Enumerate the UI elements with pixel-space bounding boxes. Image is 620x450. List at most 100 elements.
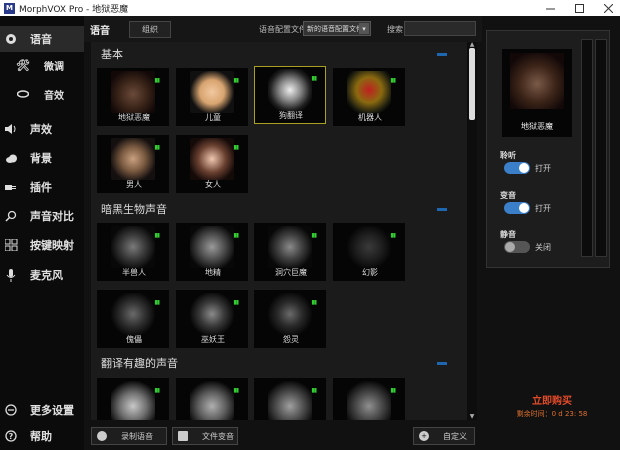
voice-card-woman[interactable]: ▮▮ 女人 [176,135,248,193]
current-voice-panel: 地狱恶魔 聆听 打开 变音 打开 静音 关闭 [486,30,610,268]
voice-label: 机器人 [358,113,382,122]
collapse-bar-icon[interactable] [437,53,447,56]
sidebar-item-more-settings[interactable]: 更多设置 [0,397,84,423]
category-title: 暗黑生物声音 [101,203,167,216]
voice-card-funny-3[interactable]: ▮▮ [254,378,326,420]
sidebar-item-sound-effects[interactable]: 声效 [0,116,84,142]
minimize-button[interactable] [536,0,564,16]
profile-select-value: 新的语音配置文件 [307,24,363,33]
profile-select[interactable]: 新的语音配置文件 ▾ [303,21,371,36]
sidebar-item-label: 声效 [30,123,52,136]
sidebar-item-voice-compare[interactable]: 声音对比 [0,203,84,229]
sidebar-item-label: 麦克风 [30,269,63,282]
voice-card-phantom[interactable]: ▮▮ 幻影 [333,223,405,281]
voice-label: 女人 [205,180,221,189]
organize-button[interactable]: 组织 [129,21,171,38]
sidebar-item-label: 背景 [30,152,52,165]
voice-card-orc[interactable]: ▮▮ 半兽人 [97,223,169,281]
buy-now-link[interactable]: 立即购买 [500,392,604,407]
title-bar: M MorphVOX Pro - 地狱恶魔 [0,0,620,16]
sidebar-item-microphone[interactable]: 麦克风 [0,262,84,288]
signal-icon: ▮▮ [154,77,160,84]
sidebar-item-background[interactable]: 背景 [0,145,84,171]
sidebar-item-help[interactable]: ? 帮助 [0,423,84,449]
sidebar-item-effects[interactable]: 音效 [0,81,84,107]
voice-card-wraith[interactable]: ▮▮ 怨灵 [254,290,326,348]
signal-icon: ▮▮ [390,77,396,84]
voice-card-funny-4[interactable]: ▮▮ [333,378,405,420]
voice-label: 男人 [126,180,142,189]
toggle-knob [519,203,529,213]
voice-card-man[interactable]: ▮▮ 男人 [97,135,169,193]
voice-card-hell-demon[interactable]: ▮▮ 地狱恶魔 [97,68,169,126]
signal-icon: ▮▮ [233,144,239,151]
orc-image [111,226,155,268]
voice-card-lich-king[interactable]: ▮▮ 巫妖王 [176,290,248,348]
hell-demon-image [111,71,155,113]
mute-toggle[interactable] [504,241,530,253]
more-icon [4,403,18,417]
voice-card-cave-troll[interactable]: ▮▮ 洞穴巨魔 [254,223,326,281]
signal-icon: ▮▮ [390,232,396,239]
sidebar-item-label: 音效 [44,90,64,102]
lich-king-image [190,293,234,335]
help-icon: ? [4,429,18,443]
current-voice-label: 地狱恶魔 [521,122,553,131]
signal-icon: ▮▮ [390,387,396,394]
record-icon [97,431,107,441]
wraith-image [268,293,312,335]
signal-icon: ▮▮ [311,299,317,306]
plus-icon: + [419,431,429,441]
sidebar-item-plugins[interactable]: 插件 [0,174,84,200]
collapse-bar-icon[interactable] [437,362,447,365]
voice-label: 洞穴巨魔 [275,268,307,277]
voice-card-child[interactable]: ▮▮ 儿童 [176,68,248,126]
tools-icon: 🛠 [16,58,30,72]
goblin-image [190,226,234,268]
input-level-meter [581,39,593,257]
file-morph-button[interactable]: 文件变音 [172,427,238,445]
collapse-bar-icon[interactable] [437,208,447,211]
voice-list-scrollbar[interactable]: ▲ ▼ [467,42,477,420]
speaker-icon [4,122,18,136]
voice-card-goblin[interactable]: ▮▮ 地精 [176,223,248,281]
sidebar-item-tweak[interactable]: 🛠 微调 [0,52,84,78]
maximize-button[interactable] [565,0,593,16]
signal-icon: ▮▮ [154,144,160,151]
sidebar: 语音 🛠 微调 音效 声效 背景 插件 声音对比 按键映射 麦克风 更多设置 ?… [0,16,84,450]
signal-icon: ▮▮ [233,299,239,306]
sidebar-item-label: 按键映射 [30,239,74,252]
current-voice-card[interactable]: 地狱恶魔 [502,49,572,137]
scroll-down-icon[interactable]: ▼ [467,414,477,420]
maximize-icon [574,3,584,13]
customize-button[interactable]: + 自定义 [413,427,475,445]
voice-label: 地狱恶魔 [118,113,150,122]
voice-card-funny-1[interactable]: ▮▮ [97,378,169,420]
remaining-time: 剩余时间：0 d 23: 58 [516,410,588,418]
file-morph-label: 文件变音 [202,431,234,441]
signal-icon: ▮▮ [311,232,317,239]
voice-card-funny-2[interactable]: ▮▮ [176,378,248,420]
record-voice-button[interactable]: 录制语音 [91,427,167,445]
voice-label: 狗翻译 [279,111,303,120]
toggle-knob [505,242,515,252]
listen-toggle[interactable] [504,162,530,174]
sidebar-item-keymap[interactable]: 按键映射 [0,232,84,258]
morph-label: 变音 [500,191,516,200]
close-button[interactable] [594,0,620,16]
sidebar-item-voice[interactable]: 语音 [0,26,84,52]
search-input[interactable] [404,21,476,36]
sidebar-item-label: 声音对比 [30,210,74,223]
voice-card-golem[interactable]: ▮▮ 傀儡 [97,290,169,348]
record-voice-label: 录制语音 [121,431,153,441]
voice-card-robot[interactable]: ▮▮ 机器人 [333,68,405,126]
morph-toggle[interactable] [504,202,530,214]
sidebar-item-label: 更多设置 [30,404,74,417]
morphvox-window: M MorphVOX Pro - 地狱恶魔 语音 🛠 微调 音效 声效 背景 插… [0,0,620,450]
customize-label: 自定义 [443,431,467,441]
signal-icon: ▮▮ [154,299,160,306]
voice-card-dog-translator[interactable]: ▮▮ 狗翻译 [254,66,326,124]
phantom-image [347,226,391,268]
scrollbar-thumb[interactable] [469,48,475,120]
funny-voice-image [347,381,391,420]
